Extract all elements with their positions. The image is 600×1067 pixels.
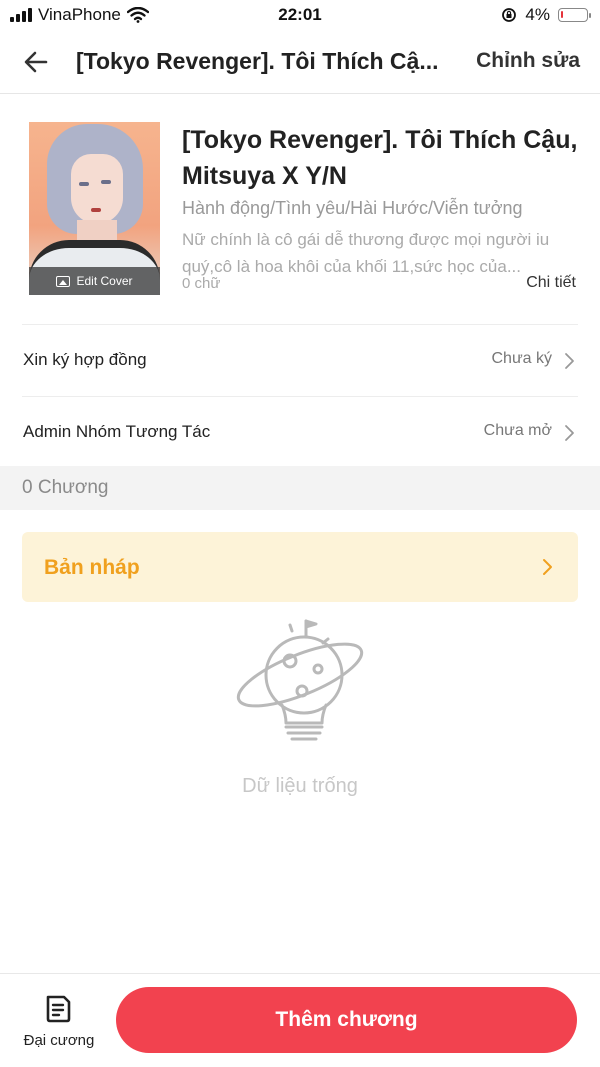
edit-cover-button[interactable]: Edit Cover bbox=[29, 267, 160, 295]
draft-label: Bản nháp bbox=[44, 556, 140, 579]
outline-button[interactable]: Đại cương bbox=[20, 992, 98, 1052]
book-synopsis: Nữ chính là cô gái dễ thương được mọi ng… bbox=[182, 230, 550, 276]
divider bbox=[22, 396, 578, 397]
image-icon bbox=[56, 275, 71, 287]
edit-button[interactable]: Chỉnh sửa bbox=[476, 49, 580, 73]
battery-icon bbox=[558, 8, 591, 22]
edit-cover-label: Edit Cover bbox=[76, 274, 133, 288]
outline-label: Đại cương bbox=[23, 1032, 95, 1049]
page-title: [Tokyo Revenger]. Tôi Thích Cậ... bbox=[76, 48, 439, 74]
battery-level bbox=[561, 11, 563, 18]
battery-percent: 4% bbox=[525, 5, 550, 24]
draft-row[interactable]: Bản nháp bbox=[22, 532, 578, 602]
nav-header: [Tokyo Revenger]. Tôi Thích Cậ... Chỉnh … bbox=[0, 32, 600, 94]
book-title: [Tokyo Revenger]. Tôi Thích Cậu, Mitsuya… bbox=[182, 126, 578, 190]
rotation-lock-icon bbox=[502, 8, 517, 22]
details-link[interactable]: Chi tiết bbox=[526, 274, 576, 292]
book-cover[interactable]: Edit Cover bbox=[29, 122, 160, 295]
admin-group-row[interactable]: Admin Nhóm Tương Tác Chưa mở bbox=[0, 404, 600, 460]
contract-label: Xin ký hợp đồng bbox=[23, 350, 147, 369]
chevron-right-icon bbox=[565, 425, 574, 441]
add-chapter-button[interactable]: Thêm chương bbox=[116, 987, 577, 1053]
bottom-action-bar: Đại cương Thêm chương bbox=[0, 973, 600, 1067]
chevron-right-icon bbox=[543, 559, 552, 575]
divider bbox=[22, 324, 578, 325]
status-right: 4% bbox=[501, 5, 591, 25]
book-genres: Hành động/Tình yêu/Hài Hước/Viễn tưởng bbox=[182, 198, 523, 218]
admin-group-status: Chưa mở bbox=[483, 422, 552, 439]
empty-state-text: Dữ liệu trống bbox=[242, 775, 358, 797]
back-arrow-icon[interactable] bbox=[20, 46, 52, 78]
contract-status: Chưa ký bbox=[491, 350, 552, 367]
word-count: 0 chữ bbox=[182, 275, 221, 292]
document-icon bbox=[46, 995, 71, 1023]
chapter-count-bar: 0 Chương bbox=[0, 466, 600, 510]
contract-row[interactable]: Xin ký hợp đồng Chưa ký bbox=[0, 332, 600, 388]
admin-group-label: Admin Nhóm Tương Tác bbox=[23, 422, 211, 441]
empty-state-lightbulb-icon bbox=[236, 619, 364, 741]
chevron-right-icon bbox=[565, 353, 574, 369]
chapter-count: 0 Chương bbox=[22, 477, 109, 498]
status-bar: VinaPhone 22:01 4% bbox=[0, 0, 600, 32]
